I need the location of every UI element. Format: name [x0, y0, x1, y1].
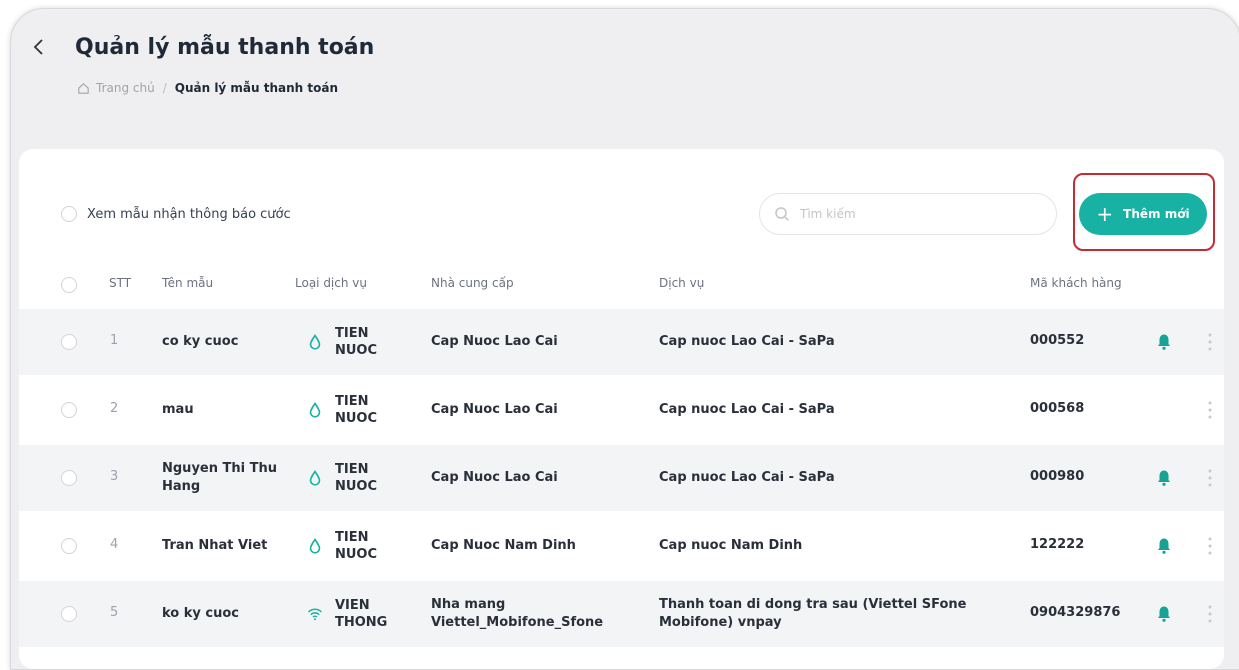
row-service-type-label: TIEN NUOC — [335, 530, 378, 562]
row-service: Cap nuoc Lao Cai - SaPa — [659, 402, 835, 417]
row-template-name: Tran Nhat Viet — [162, 538, 268, 553]
bell-icon — [1158, 334, 1170, 350]
add-new-button[interactable]: + Thêm mới — [1079, 193, 1207, 235]
back-button[interactable] — [29, 37, 49, 61]
view-notification-templates-toggle[interactable]: Xem mẫu nhận thông báo cước — [61, 206, 291, 222]
row-service-type-label: TIEN NUOC — [335, 326, 378, 358]
row-stt: 1 — [110, 333, 119, 348]
select-all-radio[interactable] — [61, 277, 77, 293]
column-header-name: Tên mẫu — [162, 276, 214, 290]
row-customer-code: 000980 — [1030, 469, 1085, 484]
table-row[interactable]: 2 mau TIEN NUOC Cap Nuoc Lao Cai Cap nuoc La… — [19, 377, 1224, 443]
row-service-type-label: TIEN NUOC — [335, 394, 378, 426]
table-row[interactable]: 5 ko ky cuoc VIEN THONG Nha mang Viettel_Mo… — [19, 581, 1224, 647]
row-template-name: mau — [162, 402, 194, 417]
more-options-icon — [1208, 605, 1212, 623]
row-provider: Cap Nuoc Lao Cai — [431, 470, 558, 485]
row-template-name: Nguyen Thi Thu Hang — [162, 461, 277, 494]
row-service-type-label: TIEN NUOC — [335, 462, 378, 494]
row-service: Thanh toan di dong tra sau (Viettel SFon… — [659, 597, 967, 630]
row-more-options-button[interactable] — [1206, 399, 1214, 421]
more-options-icon — [1208, 401, 1212, 419]
row-service-type: TIEN NUOC — [307, 445, 395, 511]
table-row[interactable]: 3 Nguyen Thi Thu Hang TIEN NUOC Cap Nuoc La… — [19, 445, 1224, 511]
row-stt: 3 — [110, 469, 119, 484]
row-service: Cap nuoc Lao Cai - SaPa — [659, 334, 835, 349]
row-more-options-button[interactable] — [1206, 467, 1214, 489]
content-card: Xem mẫu nhận thông báo cước + Thêm mới S… — [19, 149, 1224, 669]
row-select-radio[interactable] — [61, 470, 77, 486]
row-service-type: TIEN NUOC — [307, 309, 395, 375]
row-more-options-button[interactable] — [1206, 331, 1214, 353]
breadcrumb-separator: / — [162, 81, 167, 95]
chevron-left-icon — [33, 39, 43, 55]
table-row[interactable]: 4 Tran Nhat Viet TIEN NUOC Cap Nuoc Nam Din… — [19, 513, 1224, 579]
row-select-radio[interactable] — [61, 606, 77, 622]
view-toggle-radio[interactable] — [61, 206, 77, 222]
row-template-name: ko ky cuoc — [162, 606, 239, 621]
row-provider: Cap Nuoc Lao Cai — [431, 402, 558, 417]
water-drop-icon — [309, 334, 321, 350]
water-drop-icon — [309, 470, 321, 486]
bell-icon — [1158, 470, 1170, 486]
bell-icon — [1158, 606, 1170, 622]
row-provider: Cap Nuoc Nam Dinh — [431, 538, 576, 553]
row-service-type: VIEN THONG — [307, 581, 395, 647]
row-service-type: TIEN NUOC — [307, 377, 395, 443]
page-title: Quản lý mẫu thanh toán — [75, 35, 375, 60]
breadcrumb-current: Quản lý mẫu thanh toán — [174, 81, 339, 95]
row-more-options-button[interactable] — [1206, 603, 1214, 625]
plus-icon: + — [1096, 202, 1114, 226]
row-service: Cap nuoc Nam Dinh — [659, 538, 803, 553]
row-provider: Nha mang Viettel_Mobifone_Sfone — [431, 597, 604, 630]
notification-bell-button[interactable] — [1156, 469, 1172, 487]
notification-bell-button[interactable] — [1156, 605, 1172, 623]
row-stt: 5 — [110, 605, 119, 620]
column-header-type: Loại dịch vụ — [295, 276, 367, 290]
row-customer-code: 122222 — [1030, 537, 1085, 552]
search-box[interactable] — [759, 193, 1057, 235]
app-window: Quản lý mẫu thanh toán Trang chủ / Quản … — [10, 8, 1239, 670]
row-customer-code: 000552 — [1030, 333, 1085, 348]
column-header-stt: STT — [109, 276, 132, 290]
more-options-icon — [1208, 333, 1212, 351]
row-service: Cap nuoc Lao Cai - SaPa — [659, 470, 835, 485]
row-provider: Cap Nuoc Lao Cai — [431, 334, 558, 349]
row-template-name: co ky cuoc — [162, 334, 239, 349]
wifi-icon — [307, 608, 323, 621]
row-service-type: TIEN NUOC — [307, 513, 395, 579]
row-select-radio[interactable] — [61, 538, 77, 554]
row-stt: 4 — [110, 537, 119, 552]
row-customer-code: 000568 — [1030, 401, 1085, 416]
view-toggle-label: Xem mẫu nhận thông báo cước — [87, 206, 291, 222]
column-header-code: Mã khách hàng — [1030, 276, 1122, 290]
home-icon — [78, 82, 89, 94]
table-row[interactable]: 1 co ky cuoc TIEN NUOC Cap Nuoc Lao Cai Cap … — [19, 309, 1224, 375]
more-options-icon — [1208, 537, 1212, 555]
breadcrumb-home[interactable]: Trang chủ — [96, 81, 155, 95]
row-select-radio[interactable] — [61, 334, 77, 350]
column-header-service: Dịch vụ — [659, 276, 705, 290]
water-drop-icon — [309, 538, 321, 554]
breadcrumb: Trang chủ / Quản lý mẫu thanh toán — [77, 81, 338, 95]
search-icon — [775, 207, 790, 222]
row-service-type-label: VIEN THONG — [335, 598, 388, 630]
more-options-icon — [1208, 469, 1212, 487]
notification-bell-button[interactable] — [1156, 333, 1172, 351]
row-stt: 2 — [110, 401, 119, 416]
notification-bell-button[interactable] — [1156, 537, 1172, 555]
table-header: STT Tên mẫu Loại dịch vụ Nhà cung cấp Dị… — [19, 266, 1224, 302]
add-new-label: Thêm mới — [1123, 207, 1190, 221]
row-select-radio[interactable] — [61, 402, 77, 418]
search-input[interactable] — [798, 206, 1022, 222]
row-more-options-button[interactable] — [1206, 535, 1214, 557]
row-customer-code: 0904329876 — [1030, 605, 1121, 620]
bell-icon — [1158, 538, 1170, 554]
column-header-provider: Nhà cung cấp — [431, 276, 514, 290]
water-drop-icon — [309, 402, 321, 418]
